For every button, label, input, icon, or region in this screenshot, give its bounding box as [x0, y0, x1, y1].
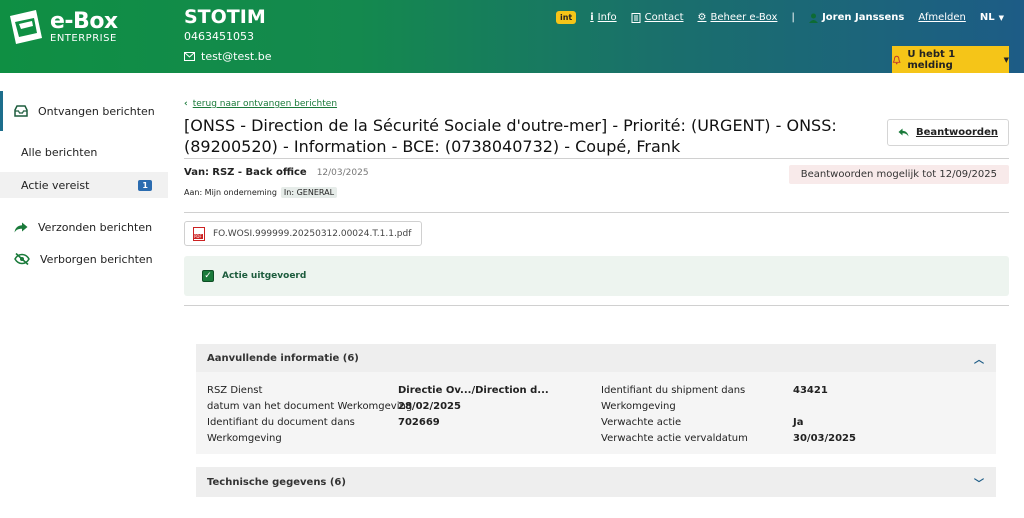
contact-card-icon: [631, 12, 641, 23]
top-header: e-Box ENTERPRISE STOTIM 0463451053 test@…: [0, 0, 1024, 73]
manage-ebox-link[interactable]: ⚙ Beheer e-Box: [698, 12, 778, 23]
chevron-up-icon[interactable]: ︿: [974, 351, 984, 366]
manage-ebox-label: Beheer e-Box: [710, 12, 778, 23]
top-navigation: int i Info Contact ⚙ Beheer e-Box | Jore…: [555, 11, 1004, 24]
notification-label: U hebt 1 melding: [907, 48, 956, 71]
chevron-down-icon[interactable]: ﹀: [974, 475, 984, 490]
user-name: Joren Janssens: [822, 12, 905, 23]
sidebar: Ontvangen berichten Alle berichten Actie…: [0, 73, 168, 518]
additional-info-grid: RSZ Dienst Directie Ov.../Direction d...…: [196, 372, 996, 454]
info-label: Verwachte actie vervaldatum: [601, 433, 748, 444]
reply-button[interactable]: Beantwoorden: [886, 119, 1009, 146]
attachment-button[interactable]: FO.WOSI.999999.20250312.00024.T.1.1.pdf: [184, 221, 423, 246]
contact-link-label: Contact: [644, 12, 684, 23]
ebox-logo-icon[interactable]: [6, 8, 46, 46]
inbox-icon: [14, 105, 28, 117]
action-status-box: ✓ Actie uitgevoerd: [184, 256, 1009, 296]
chevron-left-icon: ‹: [184, 99, 188, 109]
action-done-label: Actie uitgevoerd: [222, 271, 307, 281]
info-value: 28/02/2025: [398, 401, 461, 412]
sidebar-item-action-required-label: Actie vereist: [21, 178, 90, 192]
technical-data-panel: Technische gegevens (6) ﹀: [196, 467, 996, 497]
from-value: RSZ - Back office: [212, 167, 307, 178]
reply-button-label: Beantwoorden: [915, 127, 998, 138]
caret-down-icon: ▼: [1003, 55, 1009, 64]
technical-data-heading: Technische gegevens (6): [207, 476, 346, 488]
technical-data-header[interactable]: Technische gegevens (6) ﹀: [196, 467, 996, 497]
sidebar-item-all-messages-label: Alle berichten: [21, 145, 98, 159]
info-label: datum van het document Werkomgeving: [207, 401, 413, 412]
message-title: [ONSS - Direction de la Sécurité Sociale…: [184, 116, 837, 156]
company-name: STOTIM: [184, 6, 266, 28]
info-label: Werkomgeving: [207, 433, 282, 444]
language-value: NL: [979, 12, 995, 23]
info-value: 702669: [398, 417, 440, 428]
from-label: Van:: [184, 167, 210, 178]
bell-icon: [892, 55, 901, 64]
sidebar-item-hidden-label: Verborgen berichten: [40, 252, 153, 266]
info-value: 43421: [793, 385, 828, 396]
info-value: Directie Ov.../Direction d...: [398, 385, 549, 396]
eye-slash-icon: [14, 253, 30, 265]
divider: [184, 212, 1009, 213]
sidebar-item-action-required[interactable]: Actie vereist 1: [0, 172, 168, 198]
nav-separator: |: [791, 12, 796, 23]
notification-button[interactable]: U hebt 1 melding ▼: [892, 46, 1009, 73]
company-email-text: test@test.be: [201, 50, 272, 63]
info-label: RSZ Dienst: [207, 385, 263, 396]
logout-link[interactable]: Afmelden: [918, 12, 966, 23]
sidebar-item-all-messages[interactable]: Alle berichten: [0, 141, 168, 163]
divider: [184, 158, 1009, 159]
logo-subtitle: ENTERPRISE: [50, 33, 117, 44]
info-link-label: Info: [597, 12, 617, 23]
message-detail: ‹ terug naar ontvangen berichten [ONSS -…: [168, 73, 1024, 518]
company-number: 0463451053: [184, 30, 254, 43]
divider: [184, 305, 1009, 306]
info-label: Identifiant du shipment dans: [601, 385, 746, 396]
info-value: Ja: [793, 417, 804, 428]
to-label: Aan: Mijn onderneming: [184, 188, 277, 197]
gear-icon: ⚙: [697, 12, 707, 23]
info-label: Werkomgeving: [601, 401, 676, 412]
sidebar-item-received[interactable]: Ontvangen berichten: [0, 91, 168, 131]
company-email: test@test.be: [184, 50, 272, 63]
contact-link[interactable]: Contact: [631, 12, 684, 23]
folder-tag: In: GENERAL: [280, 187, 338, 198]
info-label: Verwachte actie: [601, 417, 682, 428]
action-required-count-badge: 1: [138, 179, 152, 191]
info-value: 30/03/2025: [793, 433, 856, 444]
environment-badge: int: [555, 11, 577, 24]
pdf-file-icon: [193, 226, 205, 241]
logo-text: e-Box: [50, 9, 118, 34]
language-selector[interactable]: NL ▼: [980, 12, 1004, 23]
user-icon: [809, 13, 819, 23]
additional-info-panel: Aanvullende informatie (6) ︿ RSZ Dienst …: [196, 344, 996, 454]
envelope-icon: [184, 52, 195, 61]
user-profile[interactable]: Joren Janssens: [809, 12, 904, 23]
back-link[interactable]: ‹ terug naar ontvangen berichten: [184, 99, 337, 109]
sidebar-item-received-label: Ontvangen berichten: [38, 104, 155, 118]
additional-info-header[interactable]: Aanvullende informatie (6) ︿: [196, 344, 996, 372]
info-link[interactable]: i Info: [590, 12, 616, 23]
sidebar-item-sent[interactable]: Verzonden berichten: [0, 216, 168, 238]
sender-line: Van: RSZ - Back office: [184, 167, 307, 178]
chevron-down-icon: ▼: [998, 13, 1004, 22]
info-label: Identifiant du document dans: [207, 417, 355, 428]
reply-arrow-icon: [898, 128, 909, 137]
message-recipient: Aan: Mijn onderneming In: GENERAL: [184, 187, 338, 198]
reply-deadline-badge: Beantwoorden mogelijk tot 12/09/2025: [788, 165, 1009, 184]
info-icon: i: [590, 12, 594, 23]
additional-info-heading: Aanvullende informatie (6): [207, 352, 359, 364]
attachment-filename: FO.WOSI.999999.20250312.00024.T.1.1.pdf: [213, 228, 412, 239]
message-date: 12/03/2025: [316, 168, 369, 178]
back-link-label: terug naar ontvangen berichten: [192, 99, 338, 109]
sidebar-item-hidden[interactable]: Verborgen berichten: [0, 248, 168, 270]
message-sender: Van: RSZ - Back office 12/03/2025: [184, 167, 369, 178]
sidebar-item-sent-label: Verzonden berichten: [38, 220, 153, 234]
action-done-checkbox[interactable]: ✓: [202, 270, 214, 282]
forward-arrow-icon: [14, 222, 28, 232]
